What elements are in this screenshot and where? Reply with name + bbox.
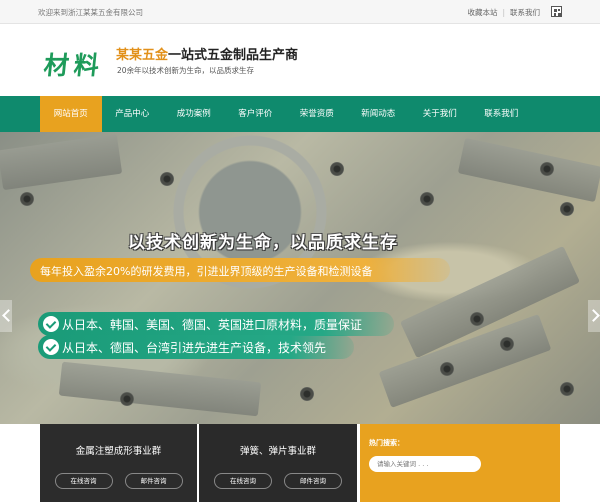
mail-consult-button[interactable]: 邮件咨询: [124, 473, 183, 489]
bolt-icon: [470, 312, 484, 326]
contact-link[interactable]: 联系我们: [510, 8, 540, 17]
main-nav: 网站首页 产品中心 成功案例 客户评价 荣誉资质 新闻动态 关于我们 联系我们: [0, 96, 600, 132]
nav-item-cases[interactable]: 成功案例: [163, 96, 225, 132]
bolt-icon: [160, 172, 174, 186]
banner-green-text-1: 从日本、韩国、美国、德国、英国进口原材料，质量保证: [62, 318, 363, 332]
nav-item-products[interactable]: 产品中心: [102, 96, 164, 132]
qrcode-icon[interactable]: [551, 6, 562, 17]
site-header: 材料 某某五金一站式五金制品生产商 20余年以技术创新为生命，以品质求生存: [0, 25, 600, 95]
nav-item-contact[interactable]: 联系我们: [471, 96, 533, 132]
top-bar: 欢迎来到浙江某某五金有限公司 收藏本站 | 联系我们: [0, 0, 600, 24]
bolt-icon: [440, 362, 454, 376]
sub-slogan: 20余年以技术创新为生命，以品质求生存: [117, 66, 255, 75]
bolt-icon: [500, 337, 514, 351]
machine-plate: [457, 137, 600, 203]
bolt-icon: [540, 162, 554, 176]
prev-slide-button[interactable]: [0, 300, 12, 332]
panel-title: 金属注塑成形事业群: [75, 446, 162, 457]
hot-search-label: 热门搜索：: [369, 439, 404, 447]
bolt-icon: [20, 192, 34, 206]
mail-consult-button[interactable]: 邮件咨询: [284, 473, 342, 489]
nav-item-reviews[interactable]: 客户评价: [225, 96, 287, 132]
nav-item-about[interactable]: 关于我们: [409, 96, 471, 132]
banner-green-pill-2: 从日本、德国、台湾引进先进生产设备，技术领先: [38, 335, 354, 359]
banner-green-pill-1: 从日本、韩国、美国、德国、英国进口原材料，质量保证: [38, 312, 394, 336]
online-consult-button[interactable]: 在线咨询: [214, 473, 272, 489]
nav-item-news[interactable]: 新闻动态: [348, 96, 410, 132]
slogan-brand: 某某五金: [116, 48, 169, 63]
banner-headline: 以技术创新为生命，以品质求生存: [128, 233, 398, 253]
search-input[interactable]: [369, 456, 481, 472]
top-links: 收藏本站 | 联系我们: [467, 7, 540, 18]
slogan-rest: 一站式五金制品生产商: [168, 48, 299, 63]
nav-item-home[interactable]: 网站首页: [40, 96, 102, 132]
next-slide-button[interactable]: [588, 300, 600, 332]
divider: |: [502, 8, 505, 17]
favorite-link[interactable]: 收藏本站: [467, 8, 497, 17]
bolt-icon: [560, 202, 574, 216]
hero-banner: 以技术创新为生命，以品质求生存 每年投入盈余20%的研发费用，引进业界顶级的生产…: [0, 132, 600, 424]
bolt-icon: [300, 387, 314, 401]
logo[interactable]: 材料: [42, 46, 106, 82]
banner-green-text-2: 从日本、德国、台湾引进先进生产设备，技术领先: [62, 341, 327, 355]
bolt-icon: [330, 162, 344, 176]
panel-title: 弹簧、弹片事业群: [239, 446, 316, 457]
nav-item-honors[interactable]: 荣誉资质: [286, 96, 348, 132]
business-panel-spring: 弹簧、弹片事业群 在线咨询 邮件咨询: [199, 424, 357, 502]
banner-orange-pill: 每年投入盈余20%的研发费用，引进业界顶级的生产设备和检测设备: [30, 258, 450, 282]
online-consult-button[interactable]: 在线咨询: [54, 473, 113, 489]
banner-orange-text: 每年投入盈余20%的研发费用，引进业界顶级的生产设备和检测设备: [40, 265, 373, 278]
machine-plate: [0, 133, 123, 191]
check-icon: [43, 339, 59, 355]
bolt-icon: [560, 382, 574, 396]
welcome-text: 欢迎来到浙江某某五金有限公司: [38, 8, 143, 17]
hot-search-panel: 热门搜索：: [360, 424, 560, 502]
slogan: 某某五金一站式五金制品生产商: [116, 44, 298, 63]
business-panel-metal: 金属注塑成形事业群 在线咨询 邮件咨询: [40, 424, 197, 502]
bolt-icon: [120, 392, 134, 406]
bolt-icon: [420, 192, 434, 206]
machine-plate: [58, 361, 262, 417]
check-icon: [43, 316, 59, 332]
